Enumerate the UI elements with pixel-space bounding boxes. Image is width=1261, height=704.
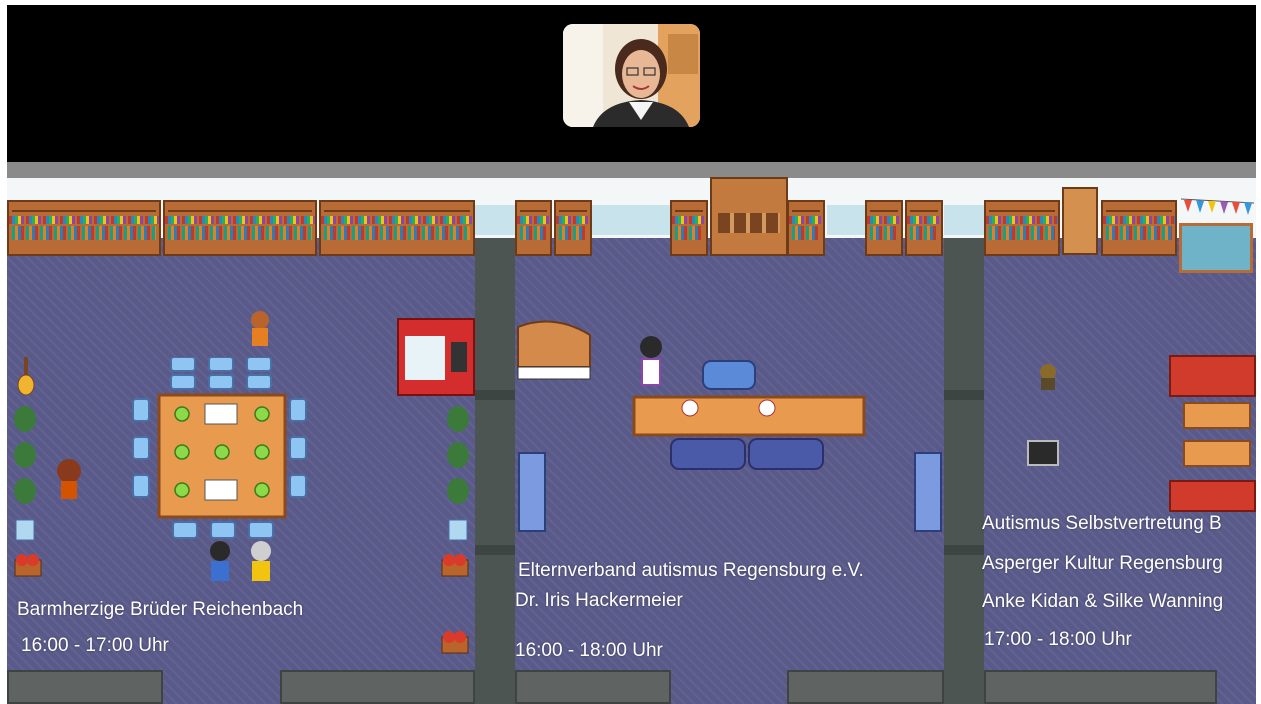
wall-joint xyxy=(944,545,984,555)
vending-machine[interactable] xyxy=(397,318,477,398)
room3-time: 17:00 - 18:00 Uhr xyxy=(984,629,1132,650)
plant-icon xyxy=(447,406,469,541)
aquarium xyxy=(1179,223,1253,273)
bookshelf xyxy=(7,200,161,256)
bench[interactable] xyxy=(914,452,942,532)
long-table[interactable] xyxy=(632,393,867,443)
red-sofa[interactable] xyxy=(1169,480,1256,512)
bookshelf xyxy=(515,200,552,256)
red-sofa[interactable] xyxy=(1169,355,1256,397)
wall-joint xyxy=(475,390,515,400)
video-bar xyxy=(7,5,1256,162)
avatar[interactable] xyxy=(1035,362,1061,392)
bookshelf xyxy=(670,200,708,256)
bookshelf xyxy=(787,200,825,256)
bunting-icon xyxy=(1180,198,1255,215)
room3-presenters: Anke Kidan & Silke Wanning xyxy=(982,591,1224,612)
room1-title: Barmherzige Brüder Reichenbach xyxy=(17,599,304,620)
fruit-basket-icon xyxy=(441,631,469,654)
bookshelf xyxy=(905,200,943,256)
guitar-icon xyxy=(17,357,35,396)
tv-icon xyxy=(1027,440,1059,466)
background-band xyxy=(827,205,867,235)
piano[interactable] xyxy=(514,317,594,387)
room2-time: 16:00 - 18:00 Uhr xyxy=(515,640,663,661)
armchair[interactable] xyxy=(701,359,757,391)
floor-block xyxy=(787,670,944,704)
room3-title: Autismus Selbstvertretung B xyxy=(982,513,1222,534)
bookshelf xyxy=(163,200,317,256)
avatar[interactable] xyxy=(206,541,234,585)
floor-block xyxy=(515,670,671,704)
room2-subtitle: Dr. Iris Hackermeier xyxy=(515,590,683,611)
small-table[interactable] xyxy=(1183,402,1251,429)
room3-subtitle: Asperger Kultur Regensburg xyxy=(982,553,1223,574)
avatar[interactable] xyxy=(52,459,86,503)
background-band xyxy=(475,205,515,235)
small-table[interactable] xyxy=(1183,440,1251,467)
video-tile[interactable] xyxy=(563,24,700,127)
bookshelf xyxy=(554,200,592,256)
game-viewport[interactable]: Barmherzige Brüder Reichenbach 16:00 - 1… xyxy=(7,5,1256,704)
background-band xyxy=(944,205,984,235)
avatar[interactable] xyxy=(247,310,273,348)
wall-divider xyxy=(944,238,984,704)
wall-joint xyxy=(475,545,515,555)
floor-block xyxy=(984,670,1217,704)
room1-time: 16:00 - 17:00 Uhr xyxy=(21,635,169,656)
wall-divider xyxy=(475,238,515,704)
plant-icon xyxy=(14,406,36,541)
wall-joint xyxy=(944,390,984,400)
bookshelf xyxy=(865,200,903,256)
background-band xyxy=(592,205,672,235)
chairs-left xyxy=(132,398,150,498)
wardrobe xyxy=(1062,187,1098,255)
fruit-basket-icon xyxy=(14,554,42,577)
floor-block xyxy=(280,670,475,704)
bookshelf xyxy=(1101,200,1177,256)
bookshelf xyxy=(319,200,475,256)
fruit-basket-icon xyxy=(441,554,469,577)
avatar[interactable] xyxy=(637,335,665,391)
cabinet xyxy=(710,177,788,256)
separator-bar xyxy=(7,162,1256,178)
avatar[interactable] xyxy=(247,541,275,585)
chairs-right xyxy=(289,398,307,498)
floor-block xyxy=(7,670,163,704)
bookshelf xyxy=(984,200,1060,256)
sofa-row[interactable] xyxy=(669,437,829,473)
bench[interactable] xyxy=(518,452,546,532)
participant-video-icon xyxy=(563,24,700,127)
room2-title: Elternverband autismus Regensburg e.V. xyxy=(518,560,864,581)
